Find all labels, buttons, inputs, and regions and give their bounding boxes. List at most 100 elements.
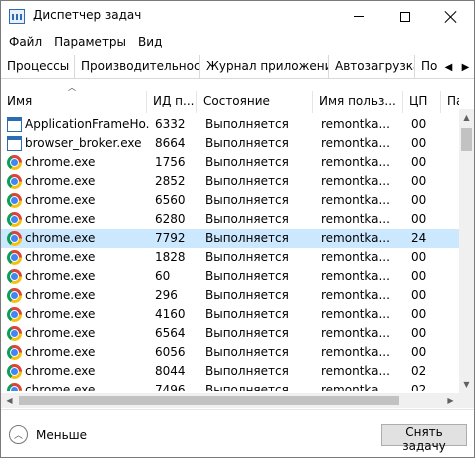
process-pid: 60 (155, 269, 171, 283)
column-header-cpu[interactable]: ЦП (403, 91, 441, 113)
process-state: Выполняется (205, 383, 289, 391)
table-row[interactable]: chrome.exe 1756 Выполняется remontka... 00 (1, 153, 459, 172)
column-header-pid[interactable]: ИД п... (147, 91, 197, 113)
process-name: chrome.exe (25, 155, 96, 169)
table-row[interactable]: chrome.exe 296 Выполняется remontka... 00 (1, 286, 459, 305)
process-name: chrome.exe (25, 269, 96, 283)
table-row[interactable]: chrome.exe 6560 Выполняется remontka... 00 (1, 191, 459, 210)
column-header-user[interactable]: Имя польз... (313, 91, 403, 113)
chrome-icon (7, 212, 22, 227)
process-name: chrome.exe (25, 326, 96, 340)
tab-startup[interactable]: Автозагрузка (329, 55, 415, 79)
chrome-icon (7, 345, 22, 360)
process-name: chrome.exe (25, 307, 96, 321)
title-bar[interactable]: Диспетчер задач (1, 1, 474, 32)
table-row[interactable]: browser_broker.exe 8664 Выполняется remontk… (1, 134, 459, 153)
close-icon (445, 11, 457, 23)
column-header-name[interactable]: Имя (1, 91, 147, 113)
process-user: remontka... (321, 136, 390, 150)
sort-ascending-icon: ︿ (68, 83, 76, 92)
process-name: ApplicationFrameHo... (25, 117, 150, 131)
chrome-icon (7, 269, 22, 284)
column-header-memory[interactable]: Па (441, 91, 459, 113)
process-pid: 6560 (155, 193, 186, 207)
chrome-icon (7, 155, 22, 170)
table-row[interactable]: chrome.exe 8044 Выполняется remontka... 02 (1, 362, 459, 381)
process-cpu: 24 (411, 231, 427, 245)
scroll-left-icon[interactable]: ◀ (1, 393, 18, 408)
tab-scroll-right-icon[interactable]: ▶ (457, 57, 474, 77)
minimize-button[interactable] (336, 1, 382, 32)
tab-scroll-arrows: ◀ ▶ (440, 57, 474, 77)
maximize-button[interactable] (382, 1, 428, 32)
horizontal-scrollbar[interactable]: ◀ ▶ (1, 393, 459, 408)
process-cpu: 00 (411, 326, 427, 340)
horizontal-scroll-thumb[interactable] (19, 396, 399, 405)
tab-app-history[interactable]: Журнал приложений (200, 55, 329, 79)
scroll-up-icon[interactable]: ▲ (459, 109, 474, 126)
close-button[interactable] (428, 1, 474, 32)
process-name: chrome.exe (25, 364, 96, 378)
window-title: Диспетчер задач (33, 8, 142, 22)
fewer-details-toggle[interactable]: ︿ Меньше (9, 425, 87, 444)
process-state: Выполняется (205, 136, 289, 150)
process-cpu: 00 (411, 117, 427, 131)
tab-performance[interactable]: Производительность (75, 55, 200, 79)
process-cpu: 00 (411, 250, 427, 264)
table-row[interactable]: chrome.exe 1828 Выполняется remontka... 00 (1, 248, 459, 267)
column-header-state[interactable]: Состояние (197, 91, 313, 113)
table-row[interactable]: chrome.exe 2852 Выполняется remontka... 00 (1, 172, 459, 191)
window-app-icon (7, 117, 22, 132)
process-state: Выполняется (205, 345, 289, 359)
end-task-button[interactable]: Снять задачу (381, 424, 467, 453)
chrome-icon (7, 250, 22, 265)
process-pid: 6332 (155, 117, 186, 131)
process-user: remontka... (321, 345, 390, 359)
process-pid: 7792 (155, 231, 186, 245)
process-name: chrome.exe (25, 288, 96, 302)
tab-strip: Процессы Производительность Журнал прило… (1, 55, 474, 79)
tab-scroll-left-icon[interactable]: ◀ (440, 57, 457, 77)
process-cpu: 02 (411, 383, 427, 391)
table-row[interactable]: chrome.exe 60 Выполняется remontka... 00 (1, 267, 459, 286)
tab-processes[interactable]: Процессы (1, 55, 75, 79)
process-user: remontka... (321, 193, 390, 207)
process-state: Выполняется (205, 193, 289, 207)
process-user: remontka... (321, 212, 390, 226)
scroll-down-icon[interactable]: ▼ (459, 376, 474, 393)
table-row[interactable]: chrome.exe 4160 Выполняется remontka... 00 (1, 305, 459, 324)
process-pid: 4160 (155, 307, 186, 321)
chrome-icon (7, 364, 22, 379)
window-app-icon (7, 136, 22, 151)
process-name: chrome.exe (25, 231, 96, 245)
vertical-scrollbar[interactable]: ▲ ▼ (459, 109, 474, 393)
table-row[interactable]: chrome.exe 6280 Выполняется remontka... 00 (1, 210, 459, 229)
process-cpu: 00 (411, 345, 427, 359)
minimize-icon (354, 16, 364, 17)
table-row[interactable]: chrome.exe 7792 Выполняется remontka... 24 (1, 229, 459, 248)
table-row[interactable]: chrome.exe 7496 Выполняется remontka... 02 (1, 381, 459, 391)
scroll-right-icon[interactable]: ▶ (442, 393, 459, 408)
table-body: ApplicationFrameHo... 6332 Выполняется remo… (1, 115, 459, 391)
process-name: chrome.exe (25, 174, 96, 188)
menu-options[interactable]: Параметры (48, 35, 132, 49)
table-row[interactable]: ApplicationFrameHo... 6332 Выполняется remo… (1, 115, 459, 134)
process-state: Выполняется (205, 231, 289, 245)
vertical-scroll-thumb[interactable] (461, 128, 472, 151)
process-user: remontka... (321, 155, 390, 169)
menu-file[interactable]: Файл (3, 35, 48, 49)
chrome-icon (7, 307, 22, 322)
process-user: remontka... (321, 231, 390, 245)
chrome-icon (7, 288, 22, 303)
process-user: remontka... (321, 117, 390, 131)
process-state: Выполняется (205, 155, 289, 169)
table-row[interactable]: chrome.exe 6564 Выполняется remontka... 00 (1, 324, 459, 343)
tab-users[interactable]: По (415, 55, 440, 79)
table-row[interactable]: chrome.exe 6056 Выполняется remontka... 00 (1, 343, 459, 362)
process-name: chrome.exe (25, 383, 96, 391)
task-manager-icon (9, 9, 25, 24)
process-pid: 7496 (155, 383, 186, 391)
menu-view[interactable]: Вид (132, 35, 168, 49)
scrollbar-corner (459, 393, 474, 408)
process-cpu: 00 (411, 155, 427, 169)
